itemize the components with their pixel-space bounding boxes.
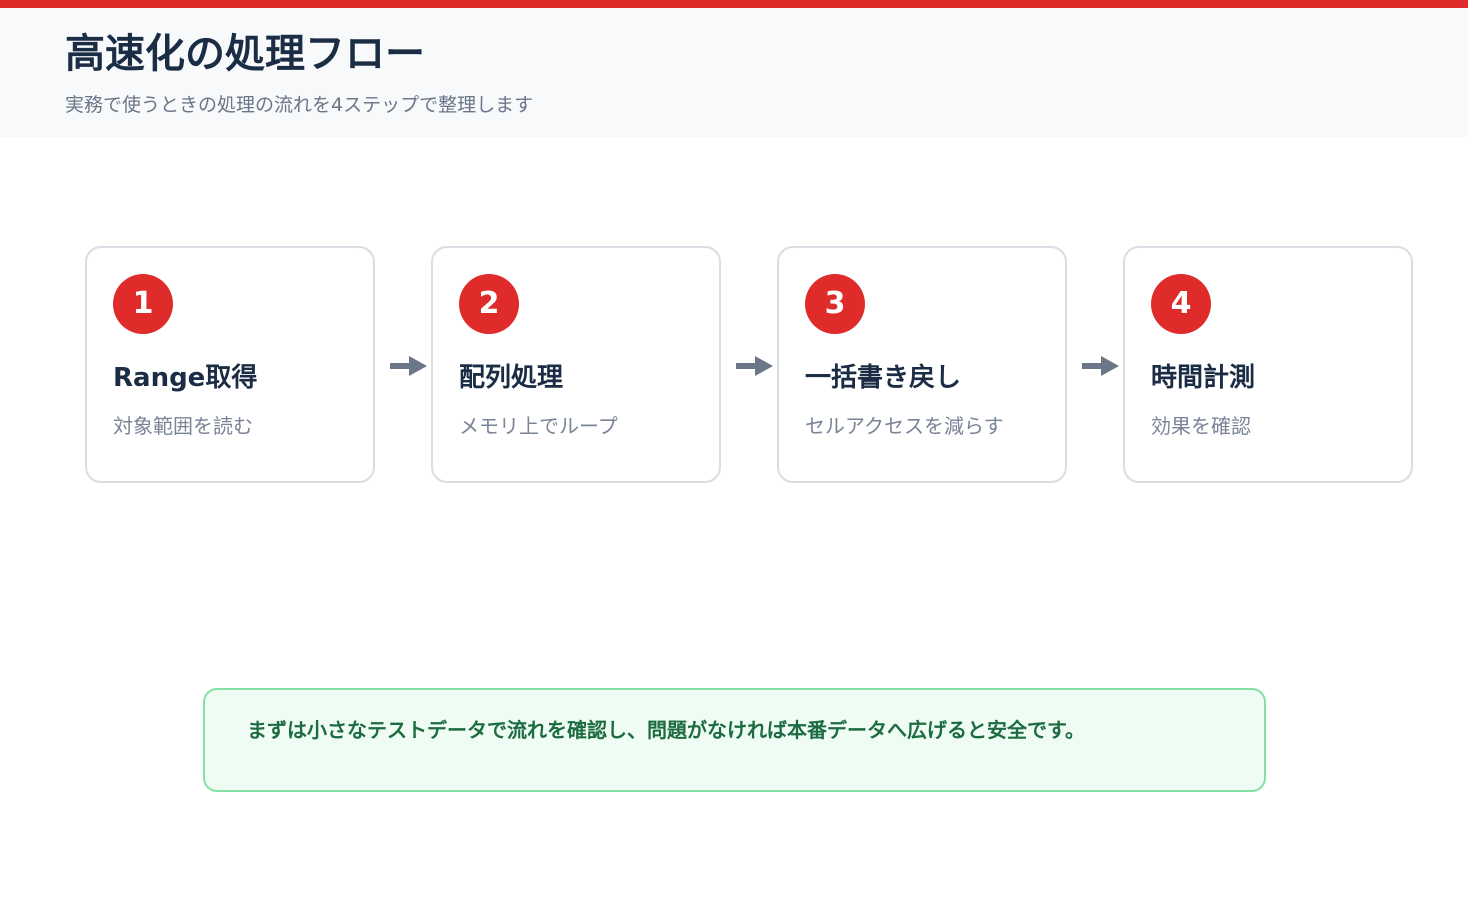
page-header: 高速化の処理フロー 実務で使うときの処理の流れを4ステップで整理します	[0, 8, 1468, 137]
step-number-badge: 4	[1151, 274, 1211, 334]
tip-note-text: まずは小さなテストデータで流れを確認し、問題がなければ本番データへ広げると安全で…	[247, 718, 1085, 742]
step-description: 効果を確認	[1151, 414, 1251, 438]
step-title: 時間計測	[1151, 363, 1256, 393]
step-number-badge: 1	[113, 274, 173, 334]
page-subtitle: 実務で使うときの処理の流れを4ステップで整理します	[65, 94, 534, 116]
step-card-3: 3 一括書き戻し セルアクセスを減らす	[777, 246, 1067, 483]
step-title: 配列処理	[459, 363, 564, 393]
step-number-badge: 3	[805, 274, 865, 334]
step-card-4: 4 時間計測 効果を確認	[1123, 246, 1413, 483]
step-number-badge: 2	[459, 274, 519, 334]
step-title: 一括書き戻し	[805, 363, 962, 393]
tip-note-box: まずは小さなテストデータで流れを確認し、問題がなければ本番データへ広げると安全で…	[203, 688, 1266, 792]
step-card-2: 2 配列処理 メモリ上でループ	[431, 246, 721, 483]
step-description: メモリ上でループ	[459, 414, 618, 438]
arrow-right-icon	[390, 356, 427, 376]
arrow-right-icon	[736, 356, 773, 376]
step-title: Range取得	[113, 363, 258, 393]
top-accent-bar	[0, 0, 1468, 8]
step-card-1: 1 Range取得 対象範囲を読む	[85, 246, 375, 483]
arrow-right-icon	[1082, 356, 1119, 376]
page-title: 高速化の処理フロー	[65, 31, 425, 77]
step-description: セルアクセスを減らす	[805, 414, 1004, 438]
step-description: 対象範囲を読む	[113, 414, 253, 438]
